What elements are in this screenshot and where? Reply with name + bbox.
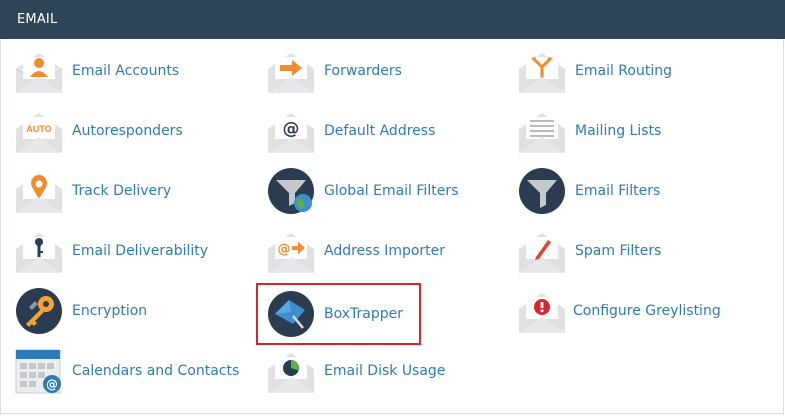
- item-label: Email Deliverability: [72, 243, 209, 259]
- boxtrapper-link[interactable]: BoxTrapper: [256, 283, 421, 345]
- svg-text:@: @: [283, 119, 300, 139]
- configure-greylisting-link[interactable]: Configure Greylisting: [518, 285, 721, 337]
- svg-text:@: @: [278, 242, 291, 257]
- email-deliverability-link[interactable]: Email Deliverability: [15, 225, 208, 277]
- item-label: BoxTrapper: [324, 306, 403, 322]
- item-label: Autoresponders: [72, 123, 183, 139]
- item-label: Address Importer: [324, 243, 446, 259]
- item-label: Default Address: [324, 123, 436, 139]
- pen-envelope-icon: [518, 227, 566, 275]
- pie-chart-envelope-icon: [267, 347, 315, 395]
- section-header[interactable]: EMAIL: [0, 0, 785, 39]
- item-label: Global Email Filters: [324, 183, 459, 199]
- item-label: Encryption: [72, 303, 148, 319]
- location-pin-envelope-icon: [15, 167, 63, 215]
- at-arrow-envelope-icon: @: [267, 227, 315, 275]
- email-routing-link[interactable]: Email Routing: [518, 45, 672, 97]
- address-importer-link[interactable]: @ Address Importer: [267, 225, 445, 277]
- calendars-and-contacts-link[interactable]: @ Calendars and Contacts: [15, 345, 239, 397]
- mailing-lists-link[interactable]: Mailing Lists: [518, 105, 661, 157]
- svg-text:AUTO: AUTO: [26, 124, 51, 134]
- alert-envelope-icon: [518, 287, 566, 335]
- calendar-icon: @: [15, 347, 63, 395]
- item-label: Spam Filters: [575, 243, 662, 259]
- boxtrapper-icon: [267, 290, 315, 338]
- track-delivery-link[interactable]: Track Delivery: [15, 165, 171, 217]
- email-accounts-link[interactable]: Email Accounts: [15, 45, 179, 97]
- funnel-icon: [518, 167, 566, 215]
- forwarders-link[interactable]: Forwarders: [267, 45, 402, 97]
- item-label: Email Disk Usage: [324, 363, 446, 379]
- at-envelope-icon: @: [267, 107, 315, 155]
- encryption-link[interactable]: Encryption: [15, 285, 147, 337]
- item-label: Calendars and Contacts: [72, 363, 240, 379]
- svg-text:@: @: [46, 378, 58, 392]
- item-label: Email Filters: [575, 183, 661, 199]
- global-email-filters-link[interactable]: Global Email Filters: [267, 165, 458, 217]
- item-label: Forwarders: [324, 63, 402, 79]
- autoresponders-link[interactable]: AUTO Autoresponders: [15, 105, 183, 157]
- auto-envelope-icon: AUTO: [15, 107, 63, 155]
- routing-arrows-envelope-icon: [518, 47, 566, 95]
- key-envelope-icon: [15, 227, 63, 275]
- email-filters-link[interactable]: Email Filters: [518, 165, 660, 217]
- funnel-globe-icon: [267, 167, 315, 215]
- forward-arrow-envelope-icon: [267, 47, 315, 95]
- person-envelope-icon: [15, 47, 63, 95]
- keys-icon: [15, 287, 63, 335]
- item-label: Email Routing: [575, 63, 672, 79]
- item-label: Email Accounts: [72, 63, 180, 79]
- default-address-link[interactable]: @ Default Address: [267, 105, 435, 157]
- item-label: Track Delivery: [72, 183, 172, 199]
- section-title: EMAIL: [17, 12, 58, 27]
- spam-filters-link[interactable]: Spam Filters: [518, 225, 661, 277]
- email-disk-usage-link[interactable]: Email Disk Usage: [267, 345, 445, 397]
- item-label: Configure Greylisting: [573, 303, 721, 319]
- item-label: Mailing Lists: [575, 123, 662, 139]
- list-envelope-icon: [518, 107, 566, 155]
